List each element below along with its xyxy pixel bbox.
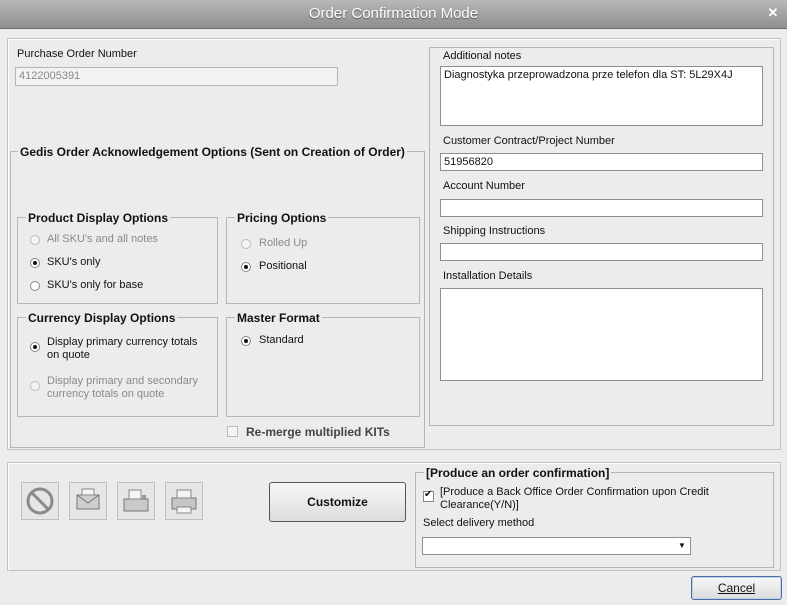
delivery-method-select[interactable]: ▼ <box>422 537 691 555</box>
pricing-options-group <box>226 217 420 304</box>
no-delivery-icon <box>26 487 54 515</box>
radio-positional[interactable] <box>241 262 251 272</box>
chevron-down-icon[interactable]: ▼ <box>675 539 689 553</box>
installation-details-textarea[interactable] <box>440 288 763 381</box>
close-icon[interactable]: ✕ <box>765 5 781 21</box>
print-delivery-button[interactable] <box>165 482 203 520</box>
window-title: Order Confirmation Mode <box>308 5 479 22</box>
cancel-button-label: Cancel <box>717 581 756 595</box>
option-standard-label: Standard <box>259 334 304 346</box>
po-number-input[interactable]: 4122005391 <box>15 67 338 86</box>
back-office-confirmation-checkbox[interactable] <box>423 489 434 502</box>
remerge-kits-label: Re-merge multiplied KITs <box>246 425 390 439</box>
product-display-title: Product Display Options <box>26 211 171 225</box>
contract-number-value: 51956820 <box>444 156 493 168</box>
option-positional-label: Positional <box>259 260 307 272</box>
radio-standard[interactable] <box>241 336 251 346</box>
contract-number-label: Customer Contract/Project Number <box>443 135 615 147</box>
radio-skus-only[interactable] <box>30 258 40 268</box>
back-office-confirmation-label: [Produce a Back Office Order Confirmatio… <box>440 486 709 511</box>
contract-number-input[interactable]: 51956820 <box>440 153 763 171</box>
account-number-label: Account Number <box>443 180 525 192</box>
gedis-options-title: Gedis Order Acknowledgement Options (Sen… <box>18 145 407 159</box>
produce-confirmation-title: [Produce an order confirmation] <box>424 466 612 480</box>
master-format-title: Master Format <box>235 311 322 325</box>
fax-icon <box>123 489 149 512</box>
shipping-instructions-label: Shipping Instructions <box>443 225 546 237</box>
radio-primary-currency[interactable] <box>30 342 40 352</box>
po-label: Purchase Order Number <box>17 48 137 60</box>
currency-display-title: Currency Display Options <box>26 311 178 325</box>
master-format-group <box>226 317 420 417</box>
option-rolled-up-label: Rolled Up <box>259 237 308 249</box>
additional-notes-textarea[interactable]: Diagnostyka przeprowadzona prze telefon … <box>440 66 763 126</box>
no-delivery-button[interactable] <box>21 482 59 520</box>
account-number-input[interactable] <box>440 199 763 217</box>
option-skus-only-base-label: SKU's only for base <box>47 279 144 291</box>
option-skus-only-label: SKU's only <box>47 256 101 268</box>
pricing-options-title: Pricing Options <box>235 211 329 225</box>
option-primary-secondary-currency-label: Display primary and secondary currency t… <box>47 375 199 400</box>
delivery-method-label: Select delivery method <box>423 517 535 529</box>
cancel-button[interactable]: Cancel <box>691 576 782 600</box>
envelope-print-icon <box>76 488 100 510</box>
fax-delivery-button[interactable] <box>117 482 155 520</box>
title-bar: Order Confirmation Mode ✕ <box>0 0 787 29</box>
option-primary-currency-label: Display primary currency totals on quote <box>47 336 198 361</box>
customize-button-label: Customize <box>307 495 368 509</box>
email-delivery-button[interactable] <box>69 482 107 520</box>
remerge-kits-checkbox[interactable] <box>227 426 238 437</box>
customize-button[interactable]: Customize <box>269 482 406 522</box>
shipping-instructions-input[interactable] <box>440 243 763 261</box>
additional-notes-value: Diagnostyka przeprowadzona prze telefon … <box>444 69 733 81</box>
po-number-value: 4122005391 <box>19 70 81 82</box>
currency-display-group <box>17 317 218 417</box>
option-all-skus-label: All SKU's and all notes <box>47 233 158 245</box>
radio-all-skus[interactable] <box>30 235 40 245</box>
radio-rolled-up[interactable] <box>241 239 251 249</box>
radio-primary-secondary-currency[interactable] <box>30 381 40 391</box>
printer-icon <box>171 489 197 514</box>
radio-skus-only-base[interactable] <box>30 281 40 291</box>
additional-notes-label: Additional notes <box>443 50 522 62</box>
installation-details-label: Installation Details <box>443 270 533 282</box>
